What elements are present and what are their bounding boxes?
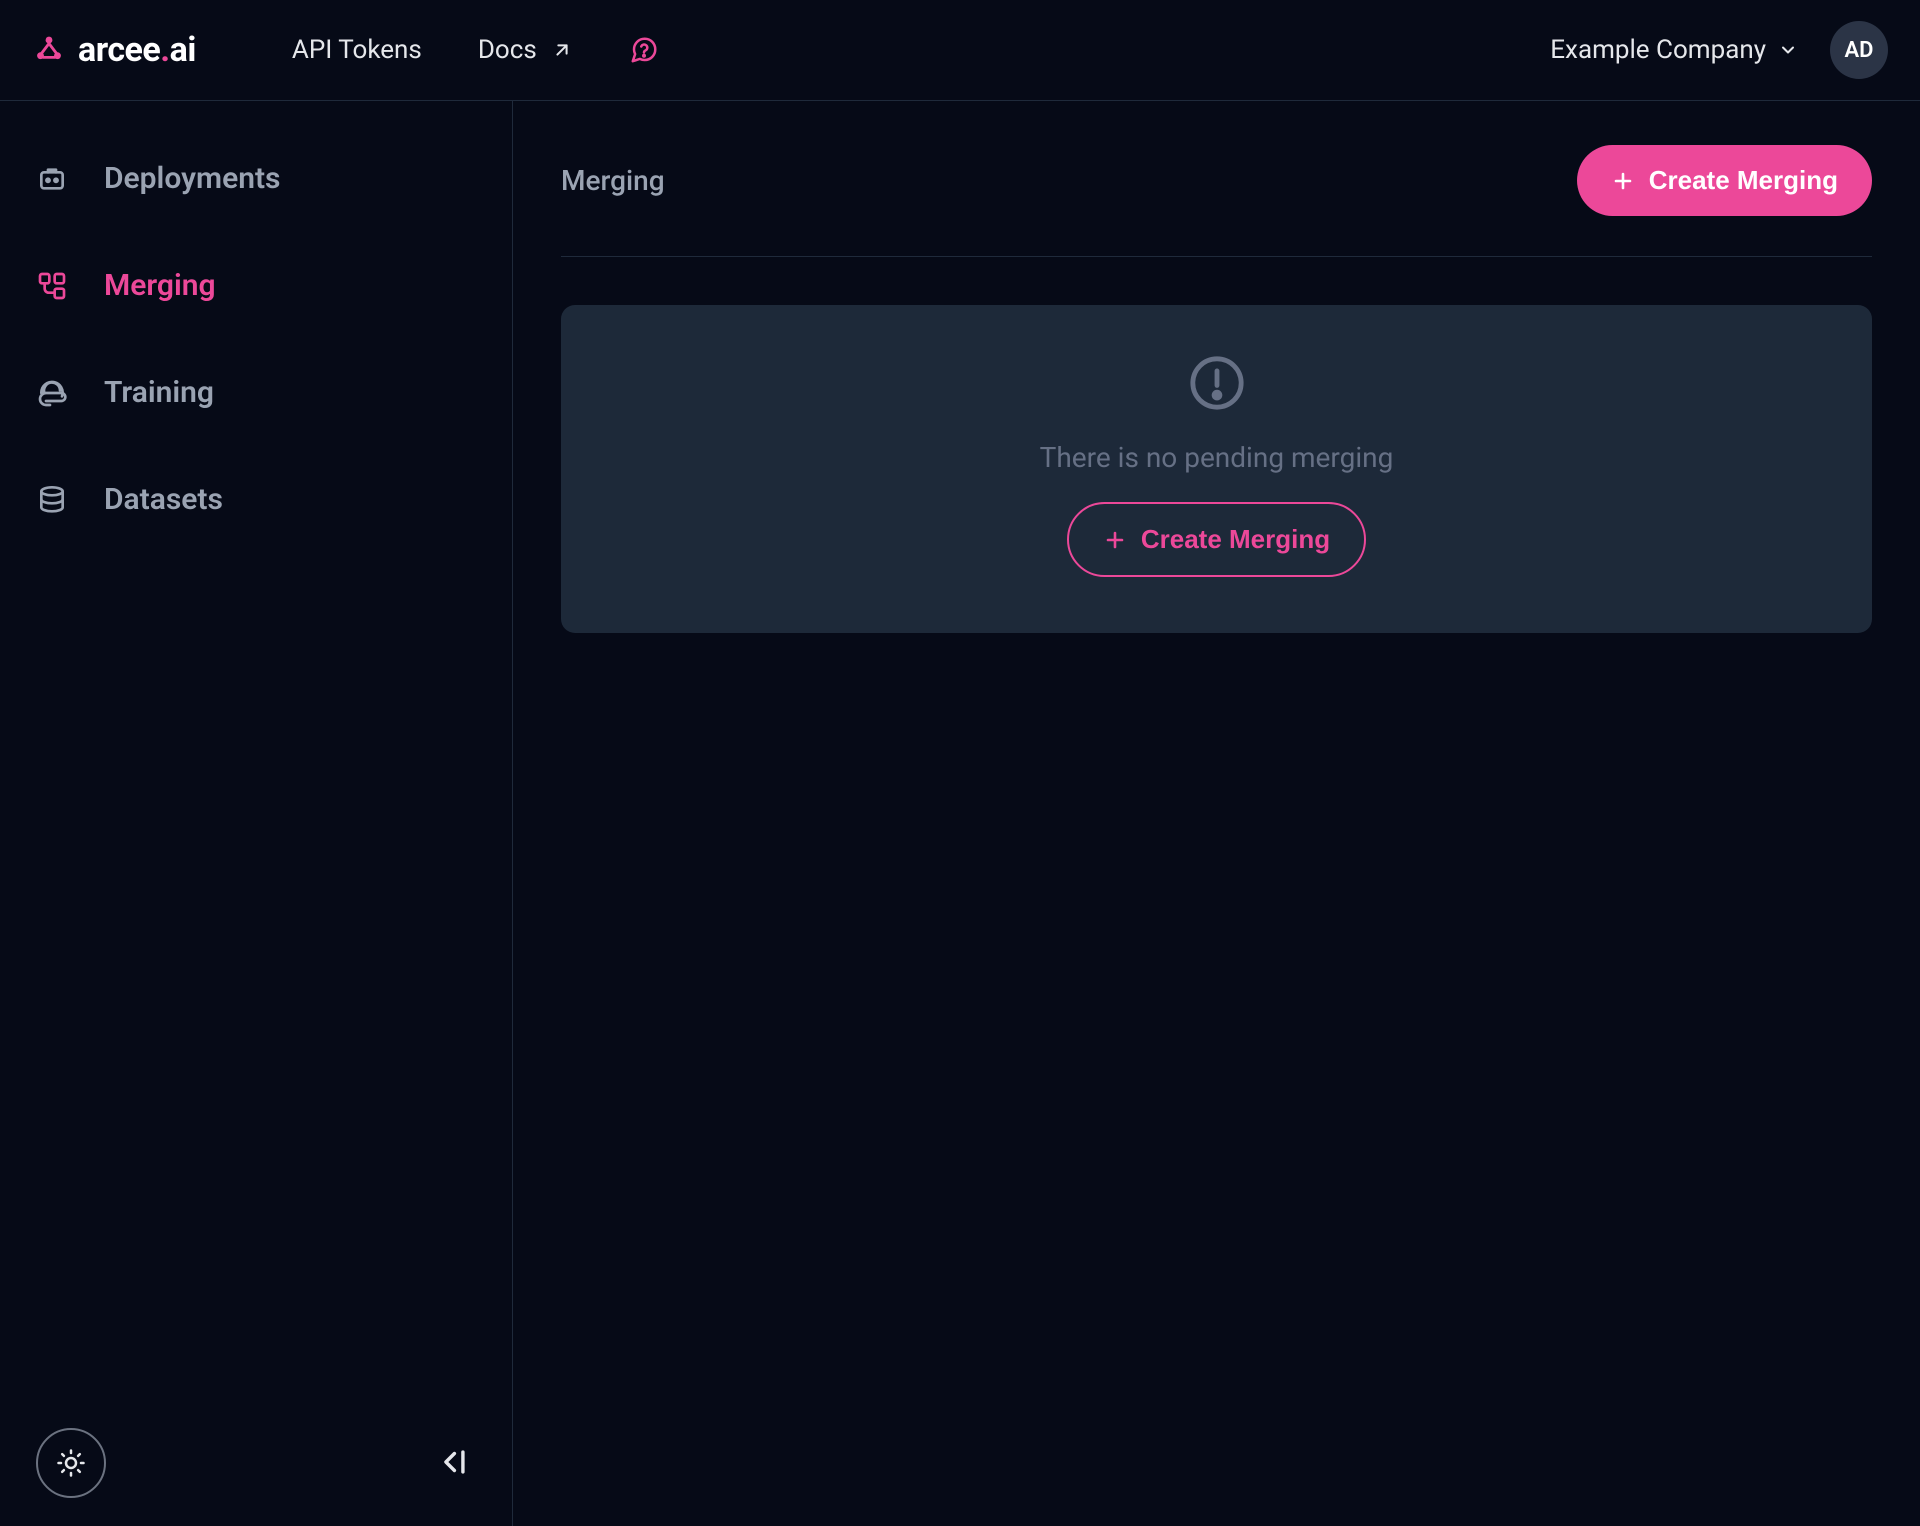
sidebar-item-training[interactable]: Training [36,375,476,410]
sidebar-nav: Deployments Merging Training [36,161,476,517]
merging-icon [36,270,68,302]
main-content: Merging Create Merging There is no pendi… [513,101,1920,1526]
org-select[interactable]: Example Company [1550,35,1798,65]
page-header: Merging Create Merging [561,145,1872,257]
alert-icon-wrap [1187,353,1247,413]
empty-state-message: There is no pending merging [1040,441,1394,474]
empty-create-merging-label: Create Merging [1141,524,1330,555]
help-chat-icon [629,35,659,65]
external-link-icon [551,39,573,61]
alert-circle-icon [1188,354,1246,412]
empty-state-card: There is no pending merging Create Mergi… [561,305,1872,633]
brand-mark-icon [32,33,66,67]
datasets-icon [36,484,68,516]
deployments-icon [36,163,68,195]
nav-api-tokens[interactable]: API Tokens [292,35,422,65]
sidebar-bottom [36,1404,476,1498]
empty-create-merging-button[interactable]: Create Merging [1067,502,1366,577]
sidebar-item-datasets[interactable]: Datasets [36,482,476,517]
org-name: Example Company [1550,35,1766,65]
user-avatar[interactable]: AD [1830,21,1888,79]
create-merging-button[interactable]: Create Merging [1577,145,1872,216]
brand-text: arcee.ai [78,30,196,70]
nav-docs[interactable]: Docs [478,35,573,65]
chevron-down-icon [1778,40,1798,60]
create-merging-label: Create Merging [1649,165,1838,196]
sidebar-item-merging[interactable]: Merging [36,268,476,303]
nav-api-tokens-label: API Tokens [292,35,422,65]
app-header: arcee.ai API Tokens Docs Example Company… [0,0,1920,101]
collapse-sidebar-button[interactable] [430,1444,476,1483]
header-right: Example Company AD [1550,21,1888,79]
sidebar: Deployments Merging Training [0,101,513,1526]
top-nav: API Tokens Docs [292,35,659,65]
plus-icon [1611,169,1635,193]
sidebar-item-label: Deployments [104,161,280,196]
sidebar-item-label: Training [104,375,214,410]
theme-toggle-button[interactable] [36,1428,106,1498]
nav-help[interactable] [629,35,659,65]
sidebar-item-label: Merging [104,268,216,303]
nav-docs-label: Docs [478,35,537,65]
plus-icon [1103,528,1127,552]
sun-icon [56,1448,86,1478]
sidebar-item-deployments[interactable]: Deployments [36,161,476,196]
training-icon [36,377,68,409]
app-body: Deployments Merging Training [0,101,1920,1526]
collapse-icon [436,1445,470,1479]
brand-logo[interactable]: arcee.ai [32,30,196,70]
avatar-initials: AD [1844,38,1873,63]
sidebar-item-label: Datasets [104,482,223,517]
page-title: Merging [561,164,665,197]
